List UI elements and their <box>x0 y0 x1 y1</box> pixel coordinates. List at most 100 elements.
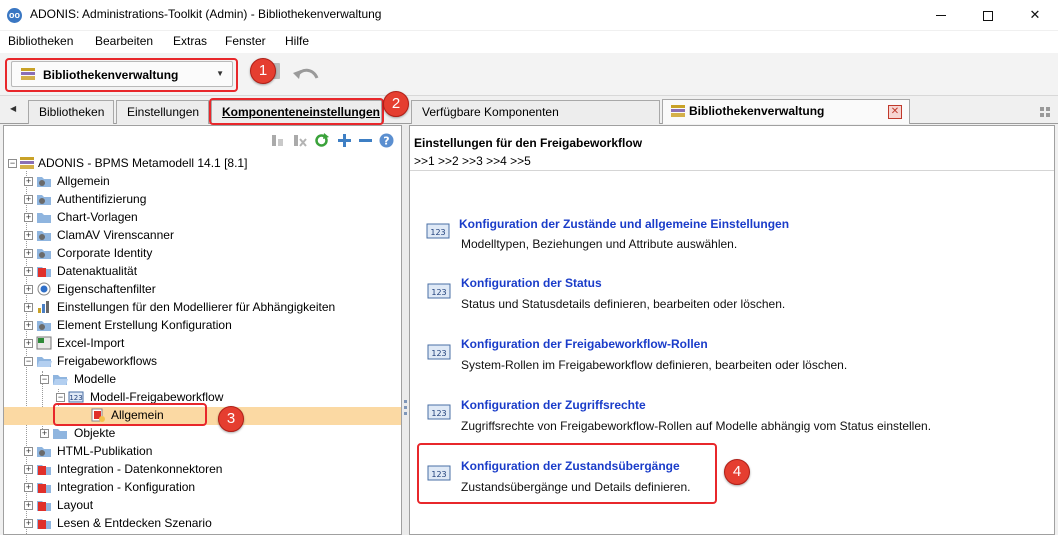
desc-freigabeworkflow-rollen: System-Rollen im Freigabeworkflow defini… <box>461 358 848 372</box>
tree-node-label: Element Erstellung Konfiguration <box>57 318 232 332</box>
tree-node-corporate-identity[interactable]: + Corporate Identity <box>4 244 401 262</box>
workflow-config-icon: 123 <box>427 283 451 299</box>
library-icon <box>20 157 34 169</box>
help-icon[interactable]: ? <box>379 133 394 148</box>
chevron-down-icon: ▼ <box>216 69 224 78</box>
tree-node-modell-freigabeworkflow[interactable]: − 123 Modell-Freigabeworkflow <box>4 388 401 406</box>
expand-icon[interactable]: + <box>24 195 33 204</box>
tree-node-layout[interactable]: + Layout <box>4 496 401 514</box>
settings-title: Einstellungen für den Freigabeworkflow <box>414 136 643 150</box>
expand-icon[interactable]: + <box>24 465 33 474</box>
tab-komponenteneinstellungen[interactable]: Komponenteneinstellungen <box>211 100 382 124</box>
panel-splitter[interactable] <box>402 125 409 535</box>
collapse-all-icon[interactable] <box>358 133 373 148</box>
folder-icon <box>53 429 67 439</box>
refresh-icon[interactable] <box>314 133 329 148</box>
red-folder-icon <box>37 519 51 529</box>
combo-value: Bibliothekenverwaltung <box>43 68 179 82</box>
title-bar: oo ADONIS: Administrations-Toolkit (Admi… <box>0 0 1058 30</box>
tree-panel: ? − ADONIS - BPMS Metamodell 14.1 [8.1] … <box>3 125 402 535</box>
expand-icon[interactable]: + <box>40 429 49 438</box>
annotation-badge-3: 3 <box>218 406 244 432</box>
tree-node-label: Eigenschaftenfilter <box>57 282 156 296</box>
tree-node-freigabeworkflows[interactable]: − Freigabeworkflows <box>4 352 401 370</box>
tree-node-modelle[interactable]: − Modelle <box>4 370 401 388</box>
red-folder-icon <box>37 501 51 511</box>
desc-zustandsuebergaenge: Zustandsübergänge und Details definieren… <box>461 480 691 494</box>
svg-text:123: 123 <box>431 288 446 297</box>
menu-extras[interactable]: Extras <box>173 34 207 48</box>
tree-node-integration-konfiguration[interactable]: + Integration - Konfiguration <box>4 478 401 496</box>
tree-node-html-publikation[interactable]: + HTML-Publikation <box>4 442 401 460</box>
tab-einstellungen[interactable]: Einstellungen <box>116 100 209 124</box>
menu-hilfe[interactable]: Hilfe <box>285 34 309 48</box>
tree-node-integration-datenkonnektoren[interactable]: + Integration - Datenkonnektoren <box>4 460 401 478</box>
link-freigabeworkflow-rollen[interactable]: Konfiguration der Freigabeworkflow-Rolle… <box>461 337 708 351</box>
chart-icon <box>38 301 49 313</box>
expand-icon[interactable]: + <box>24 339 33 348</box>
tree-node-objekte[interactable]: + Objekte <box>4 424 401 442</box>
expand-icon[interactable]: + <box>24 321 33 330</box>
tree-node-label: Integration - Konfiguration <box>57 480 196 494</box>
expand-icon[interactable]: + <box>24 447 33 456</box>
red-folder-icon <box>37 267 51 277</box>
expand-icon[interactable]: + <box>24 249 33 258</box>
expand-all-icon[interactable] <box>337 133 352 148</box>
collapse-icon[interactable]: − <box>8 159 17 168</box>
expand-icon[interactable]: + <box>24 177 33 186</box>
expand-icon[interactable]: + <box>24 519 33 528</box>
close-window-button[interactable]: ✕ <box>1012 0 1058 30</box>
tree-node-allgemein-selected[interactable]: Allgemein <box>4 406 401 424</box>
menu-bibliotheken[interactable]: Bibliotheken <box>8 34 73 48</box>
close-icon: ✕ <box>1029 7 1041 22</box>
expand-icon[interactable]: + <box>24 285 33 294</box>
tree-node-label: Allgemein <box>57 174 110 188</box>
tree-node-root[interactable]: − ADONIS - BPMS Metamodell 14.1 [8.1] <box>4 154 401 172</box>
workflow-icon: 123 <box>68 391 84 403</box>
tree-node-clamav[interactable]: + ClamAV Virenscanner <box>4 226 401 244</box>
annotation-badge-2: 2 <box>383 91 409 117</box>
collapse-icon[interactable]: − <box>24 357 33 366</box>
step-navigation[interactable]: >>1 >>2 >>3 >>4 >>5 <box>414 154 531 168</box>
expand-icon[interactable]: + <box>24 231 33 240</box>
tab-bibliothekenverwaltung[interactable]: Bibliothekenverwaltung <box>662 99 910 124</box>
tree-node-lesen-entdecken[interactable]: + Lesen & Entdecken Szenario <box>4 514 401 532</box>
tree-node-label: Einstellungen für den Modellierer für Ab… <box>57 300 336 314</box>
link-zugriffsrechte[interactable]: Konfiguration der Zugriffsrechte <box>461 398 646 412</box>
expand-icon[interactable]: + <box>24 213 33 222</box>
menu-bearbeiten[interactable]: Bearbeiten <box>95 34 153 48</box>
tree-node-modellierer-abhaengigkeiten[interactable]: + Einstellungen für den Modellierer für … <box>4 298 401 316</box>
tree-node-allgemein[interactable]: + Allgemein <box>4 172 401 190</box>
tree-node-excel-import[interactable]: + Excel-Import <box>4 334 401 352</box>
tab-close-icon[interactable]: ✕ <box>888 105 902 119</box>
expand-icon[interactable]: + <box>24 483 33 492</box>
expand-icon[interactable]: + <box>24 501 33 510</box>
tab-scroll-left-icon[interactable]: ◀ <box>10 104 16 113</box>
tree-node-authentifizierung[interactable]: + Authentifizierung <box>4 190 401 208</box>
undo-icon[interactable] <box>291 64 321 84</box>
link-zustandsuebergaenge[interactable]: Konfiguration der Zustandsübergänge <box>461 459 680 473</box>
component-combo[interactable]: Bibliothekenverwaltung ▼ <box>11 61 233 87</box>
tree-toolbar: ? <box>4 126 401 154</box>
filter-remove-icon[interactable] <box>292 133 307 148</box>
tree-node-chart-vorlagen[interactable]: + Chart-Vorlagen <box>4 208 401 226</box>
expand-icon[interactable]: + <box>24 267 33 276</box>
expand-icon[interactable]: + <box>24 303 33 312</box>
grid-icon[interactable] <box>1040 107 1050 117</box>
tree-node-datenaktualitaet[interactable]: + Datenaktualität <box>4 262 401 280</box>
tab-verfuegbare-komponenten[interactable]: Verfügbare Komponenten <box>411 100 660 124</box>
link-status[interactable]: Konfiguration der Status <box>461 276 602 290</box>
tree-node-element-erstellung[interactable]: + Element Erstellung Konfiguration <box>4 316 401 334</box>
collapse-icon[interactable]: − <box>56 393 65 402</box>
minimize-button[interactable] <box>918 0 964 30</box>
filter-icon[interactable] <box>270 133 285 148</box>
collapse-icon[interactable]: − <box>40 375 49 384</box>
link-zustaende-einstellungen[interactable]: Konfiguration der Zustände und allgemein… <box>459 217 789 231</box>
menu-fenster[interactable]: Fenster <box>225 34 266 48</box>
tree-node-label: Corporate Identity <box>57 246 153 260</box>
maximize-button[interactable] <box>965 0 1011 30</box>
tab-bibliotheken[interactable]: Bibliotheken <box>28 100 114 124</box>
tree-node-label: Chart-Vorlagen <box>57 210 138 224</box>
tree-node-eigenschaftenfilter[interactable]: + Eigenschaftenfilter <box>4 280 401 298</box>
desc-zugriffsrechte: Zugriffsrechte von Freigabeworkflow-Roll… <box>461 419 932 433</box>
